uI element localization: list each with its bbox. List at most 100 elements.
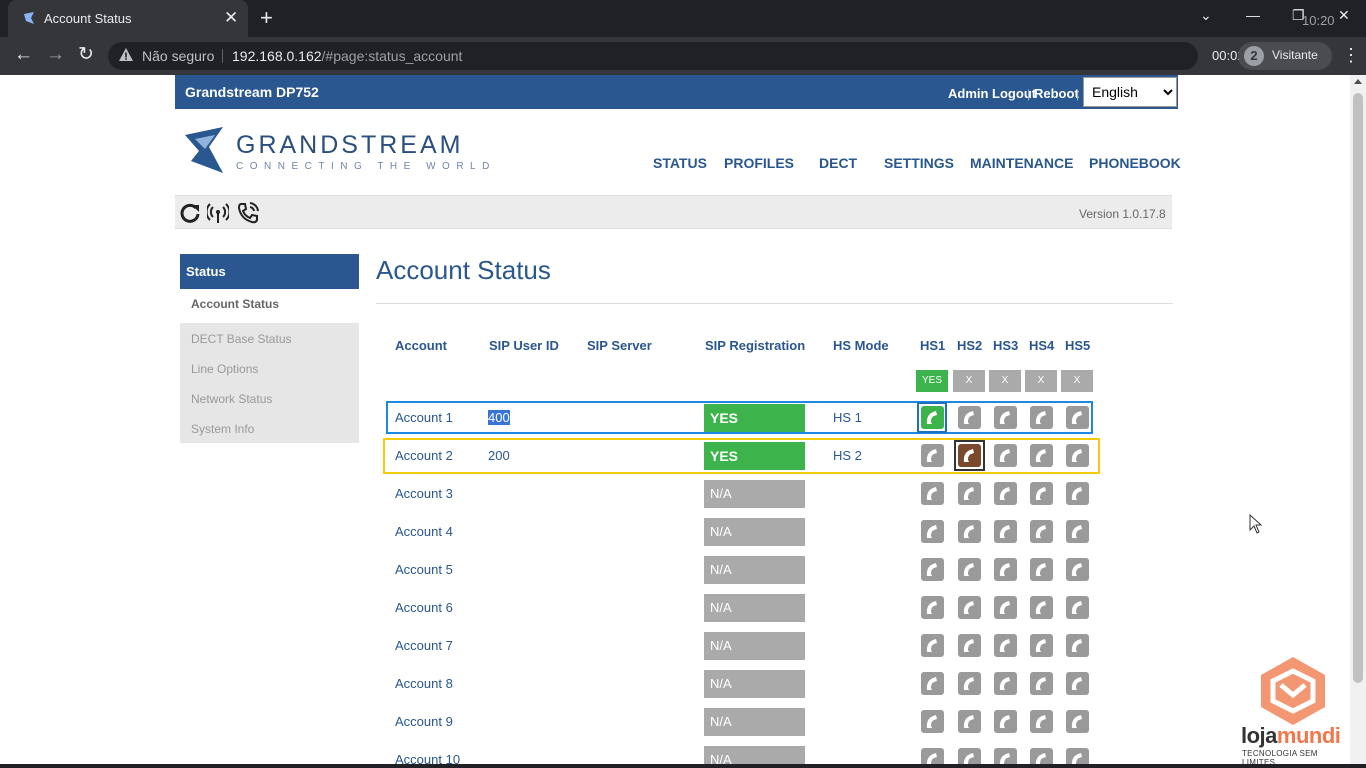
account-name: Account 8 xyxy=(395,676,453,691)
reboot-link[interactable]: Reboot xyxy=(1034,86,1079,101)
scrollbar-thumb[interactable] xyxy=(1353,93,1363,683)
close-tab-icon[interactable]: ✕ xyxy=(224,8,238,28)
nav-profiles[interactable]: PROFILES xyxy=(724,155,794,171)
handset-4-phone-icon[interactable] xyxy=(1030,558,1053,581)
handset-1-phone-icon[interactable] xyxy=(921,672,944,695)
handset-2-phone-icon[interactable] xyxy=(958,482,981,505)
phone-icon xyxy=(1071,677,1082,690)
handset-2-phone-icon[interactable] xyxy=(958,672,981,695)
handset-2-phone-icon[interactable] xyxy=(958,634,981,657)
handset-4-phone-icon[interactable] xyxy=(1030,596,1053,619)
phone-icon xyxy=(1035,601,1046,614)
phone-icon xyxy=(1035,639,1046,652)
handset-3-phone-icon[interactable] xyxy=(994,634,1017,657)
handset-1-phone-icon[interactable] xyxy=(921,634,944,657)
reload-icon[interactable]: ↻ xyxy=(78,45,94,65)
handset-1-phone-icon[interactable] xyxy=(921,710,944,733)
lojamundi-wordmark: lojamundi xyxy=(1241,723,1341,748)
handset-3-phone-icon[interactable] xyxy=(994,748,1017,764)
lojamundi-logo-icon xyxy=(1261,657,1325,725)
handset-2-phone-icon[interactable] xyxy=(958,558,981,581)
handset-5-phone-icon[interactable] xyxy=(1066,558,1089,581)
handset-2-phone-icon[interactable] xyxy=(958,520,981,543)
profile-button[interactable]: 2 Visitante xyxy=(1238,42,1332,70)
handset-5-phone-icon[interactable] xyxy=(1066,596,1089,619)
warning-icon xyxy=(119,48,133,61)
handset-3-phone-icon[interactable] xyxy=(994,558,1017,581)
col-header-hs-mode: HS Mode xyxy=(833,338,889,353)
page-scrollbar[interactable] xyxy=(1350,75,1366,764)
tab-search-chevron-icon[interactable]: ⌄ xyxy=(1200,7,1212,24)
phone-icon xyxy=(963,677,974,690)
nav-dect[interactable]: DECT xyxy=(819,155,857,171)
phone-icon xyxy=(963,487,974,500)
handset-5-phone-icon[interactable] xyxy=(1066,710,1089,733)
handset-4-phone-icon[interactable] xyxy=(1030,634,1053,657)
phone-icon xyxy=(1071,487,1082,500)
handset-4-phone-icon[interactable] xyxy=(1030,482,1053,505)
handset-5-phone-icon[interactable] xyxy=(1066,520,1089,543)
logo-tagline: CONNECTING THE WORLD xyxy=(236,161,496,172)
handset-2-phone-icon[interactable] xyxy=(958,596,981,619)
avatar: 2 xyxy=(1244,46,1264,66)
hs2-status-badge: X xyxy=(953,370,985,392)
nav-maintenance[interactable]: MAINTENANCE xyxy=(970,155,1073,171)
handset-3-phone-icon[interactable] xyxy=(994,520,1017,543)
phone-icon xyxy=(963,601,974,614)
phone-icon xyxy=(999,715,1010,728)
phone-icon xyxy=(1035,715,1046,728)
handset-4-phone-icon[interactable] xyxy=(1030,672,1053,695)
handset-1-phone-icon[interactable] xyxy=(921,596,944,619)
handset-3-phone-icon[interactable] xyxy=(994,672,1017,695)
refresh-icon[interactable] xyxy=(179,202,201,224)
handset-5-phone-icon[interactable] xyxy=(1066,634,1089,657)
clock-overlay: 10:20 xyxy=(1302,13,1335,28)
hs5-status-badge: X xyxy=(1061,370,1093,392)
handset-3-phone-icon[interactable] xyxy=(994,596,1017,619)
back-icon[interactable]: ← xyxy=(14,45,33,65)
sidebar-item-account-status[interactable]: Account Status xyxy=(180,289,359,323)
handset-3-phone-icon[interactable] xyxy=(994,710,1017,733)
phone-call-icon[interactable] xyxy=(237,202,259,224)
forward-icon[interactable]: → xyxy=(46,45,65,65)
sidebar-item-system-info[interactable]: System Info xyxy=(180,413,359,443)
handset-2-phone-icon[interactable] xyxy=(958,710,981,733)
phone-icon xyxy=(999,525,1010,538)
handset-2-phone-icon[interactable] xyxy=(958,748,981,764)
handset-5-phone-icon[interactable] xyxy=(1066,672,1089,695)
minimize-icon[interactable]: — xyxy=(1246,7,1260,23)
handset-1-phone-icon[interactable] xyxy=(921,482,944,505)
handset-1-phone-icon[interactable] xyxy=(921,520,944,543)
nav-settings[interactable]: SETTINGS xyxy=(884,155,954,171)
handset-5-phone-icon[interactable] xyxy=(1066,482,1089,505)
hs3-status-badge: X xyxy=(989,370,1021,392)
handset-5-phone-icon[interactable] xyxy=(1066,748,1089,764)
sidebar-item-line-options[interactable]: Line Options xyxy=(180,353,359,383)
nav-phonebook[interactable]: PHONEBOOK xyxy=(1089,155,1181,171)
admin-logout-link[interactable]: Admin Logout xyxy=(948,86,1036,101)
browser-tab[interactable]: Account Status ✕ xyxy=(8,0,248,37)
account-name: Account 5 xyxy=(395,562,453,577)
handset-4-phone-icon[interactable] xyxy=(1030,710,1053,733)
sidebar-item-dect-base-status[interactable]: DECT Base Status xyxy=(180,323,359,353)
scroll-up-icon[interactable] xyxy=(1354,79,1362,84)
handset-4-phone-icon[interactable] xyxy=(1030,520,1053,543)
phone-icon xyxy=(926,715,937,728)
nav-status[interactable]: STATUS xyxy=(653,155,707,171)
close-window-icon[interactable]: ✕ xyxy=(1338,7,1350,24)
handset-1-phone-icon[interactable] xyxy=(921,558,944,581)
hs4-status-badge: X xyxy=(1025,370,1057,392)
sidebar-item-network-status[interactable]: Network Status xyxy=(180,383,359,413)
handset-3-phone-icon[interactable] xyxy=(994,482,1017,505)
language-select[interactable]: English xyxy=(1083,77,1177,107)
handset-4-phone-icon[interactable] xyxy=(1030,748,1053,764)
sip-registration-badge: N/A xyxy=(704,518,805,546)
tab-title: Account Status xyxy=(44,11,132,26)
more-menu-icon[interactable]: ⋮ xyxy=(1342,45,1360,66)
new-tab-icon[interactable]: + xyxy=(260,5,273,31)
wireless-signal-icon[interactable] xyxy=(207,202,229,224)
phone-icon xyxy=(926,525,937,538)
phone-icon xyxy=(1071,601,1082,614)
url-field[interactable]: Não seguro 192.168.0.162/#page:status_ac… xyxy=(108,42,1198,70)
handset-1-phone-icon[interactable] xyxy=(921,748,944,764)
